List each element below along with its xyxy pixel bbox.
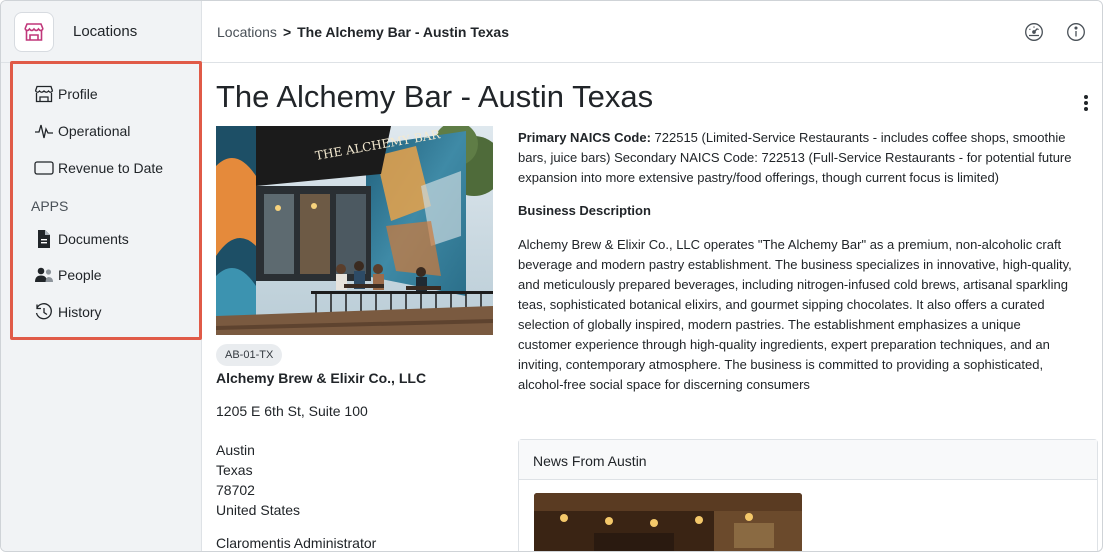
sidebar-item-label: Revenue to Date xyxy=(58,160,164,176)
storefront-logo-icon[interactable] xyxy=(14,12,54,52)
apps-section-label: APPS xyxy=(31,198,69,214)
address-street: 1205 E 6th St, Suite 100 xyxy=(216,403,368,419)
naics-label: Primary NAICS Code: xyxy=(518,130,651,145)
naics-line-3: expansion into more extensive pastry/foo… xyxy=(518,170,1000,185)
location-photo: THE ALCHEMY BAR xyxy=(216,126,493,335)
top-bar: Locations > The Alchemy Bar - Austin Tex… xyxy=(202,1,1102,63)
naics-text: 722515 (Limited-Service Restaurants - in… xyxy=(650,130,1066,145)
business-description-line: customer experience through high-quality… xyxy=(518,337,1050,352)
sidebar-item-profile[interactable]: Profile xyxy=(34,83,98,105)
company-name: Alchemy Brew & Elixir Co., LLC xyxy=(216,370,427,386)
breadcrumb-root[interactable]: Locations xyxy=(217,24,277,40)
news-image[interactable] xyxy=(534,493,802,551)
sidebar-item-label: People xyxy=(58,267,102,283)
breadcrumb-separator: > xyxy=(282,24,292,40)
sidebar-item-documents[interactable]: Documents xyxy=(34,228,129,250)
sidebar-item-label: Profile xyxy=(58,86,98,102)
sidebar-item-label: History xyxy=(58,304,102,320)
business-description-line: beverage and modern pastry establishment… xyxy=(518,257,1072,272)
sidebar-item-label: Operational xyxy=(58,123,131,139)
breadcrumb-current: The Alchemy Bar - Austin Texas xyxy=(297,24,509,40)
sidebar: Locations Profile Operational Revenue to… xyxy=(1,1,202,551)
sidebar-item-label: Documents xyxy=(58,231,129,247)
sidebar-item-operational[interactable]: Operational xyxy=(34,120,130,142)
address-state: Texas xyxy=(216,462,253,478)
naics-line-2: bars, juice bars) Secondary NAICS Code: … xyxy=(518,150,1072,165)
business-description-heading: Business Description xyxy=(518,203,651,218)
news-card-heading: News From Austin xyxy=(519,440,1097,480)
business-description-line: and meticulously prepared beverages, inc… xyxy=(518,277,1068,292)
history-icon xyxy=(34,302,56,322)
business-description-line: inviting, contemporary atmosphere. The b… xyxy=(518,357,1044,372)
dashboard-gauge-icon[interactable] xyxy=(1023,21,1045,43)
rectangle-icon xyxy=(34,158,56,178)
business-description-line: selection of globally inspired, modern p… xyxy=(518,317,1021,332)
info-icon[interactable] xyxy=(1065,21,1087,43)
news-card: News From Austin xyxy=(518,439,1098,551)
contact-name: Claromentis Administrator xyxy=(216,535,377,551)
sidebar-header: Locations xyxy=(1,1,201,63)
business-description-line: alcohol-free social space for discerning… xyxy=(518,377,810,392)
location-code-badge: AB-01-TX xyxy=(216,344,283,366)
naics-line-1: Primary NAICS Code: 722515 (Limited-Serv… xyxy=(518,128,1093,148)
address-city: Austin xyxy=(216,442,255,458)
address-zip: 78702 xyxy=(216,482,255,498)
sidebar-item-people[interactable]: People xyxy=(34,264,102,286)
business-description-line: teas, sophisticated botanical elixirs, a… xyxy=(518,297,1045,312)
sidebar-item-history[interactable]: History xyxy=(34,301,102,323)
document-icon xyxy=(34,229,56,249)
page-title: The Alchemy Bar - Austin Texas xyxy=(216,79,654,114)
sidebar-item-revenue[interactable]: Revenue to Date xyxy=(34,157,163,179)
business-description-line: Alchemy Brew & Elixir Co., LLC operates … xyxy=(518,237,1062,252)
pulse-icon xyxy=(34,121,56,141)
app-window: Locations Profile Operational Revenue to… xyxy=(0,0,1103,552)
more-options-icon[interactable] xyxy=(1079,93,1093,113)
people-icon xyxy=(34,265,56,285)
app-title: Locations xyxy=(73,23,138,40)
address-country: United States xyxy=(216,502,301,518)
storefront-icon xyxy=(34,84,56,104)
breadcrumb: Locations > The Alchemy Bar - Austin Tex… xyxy=(217,24,509,40)
